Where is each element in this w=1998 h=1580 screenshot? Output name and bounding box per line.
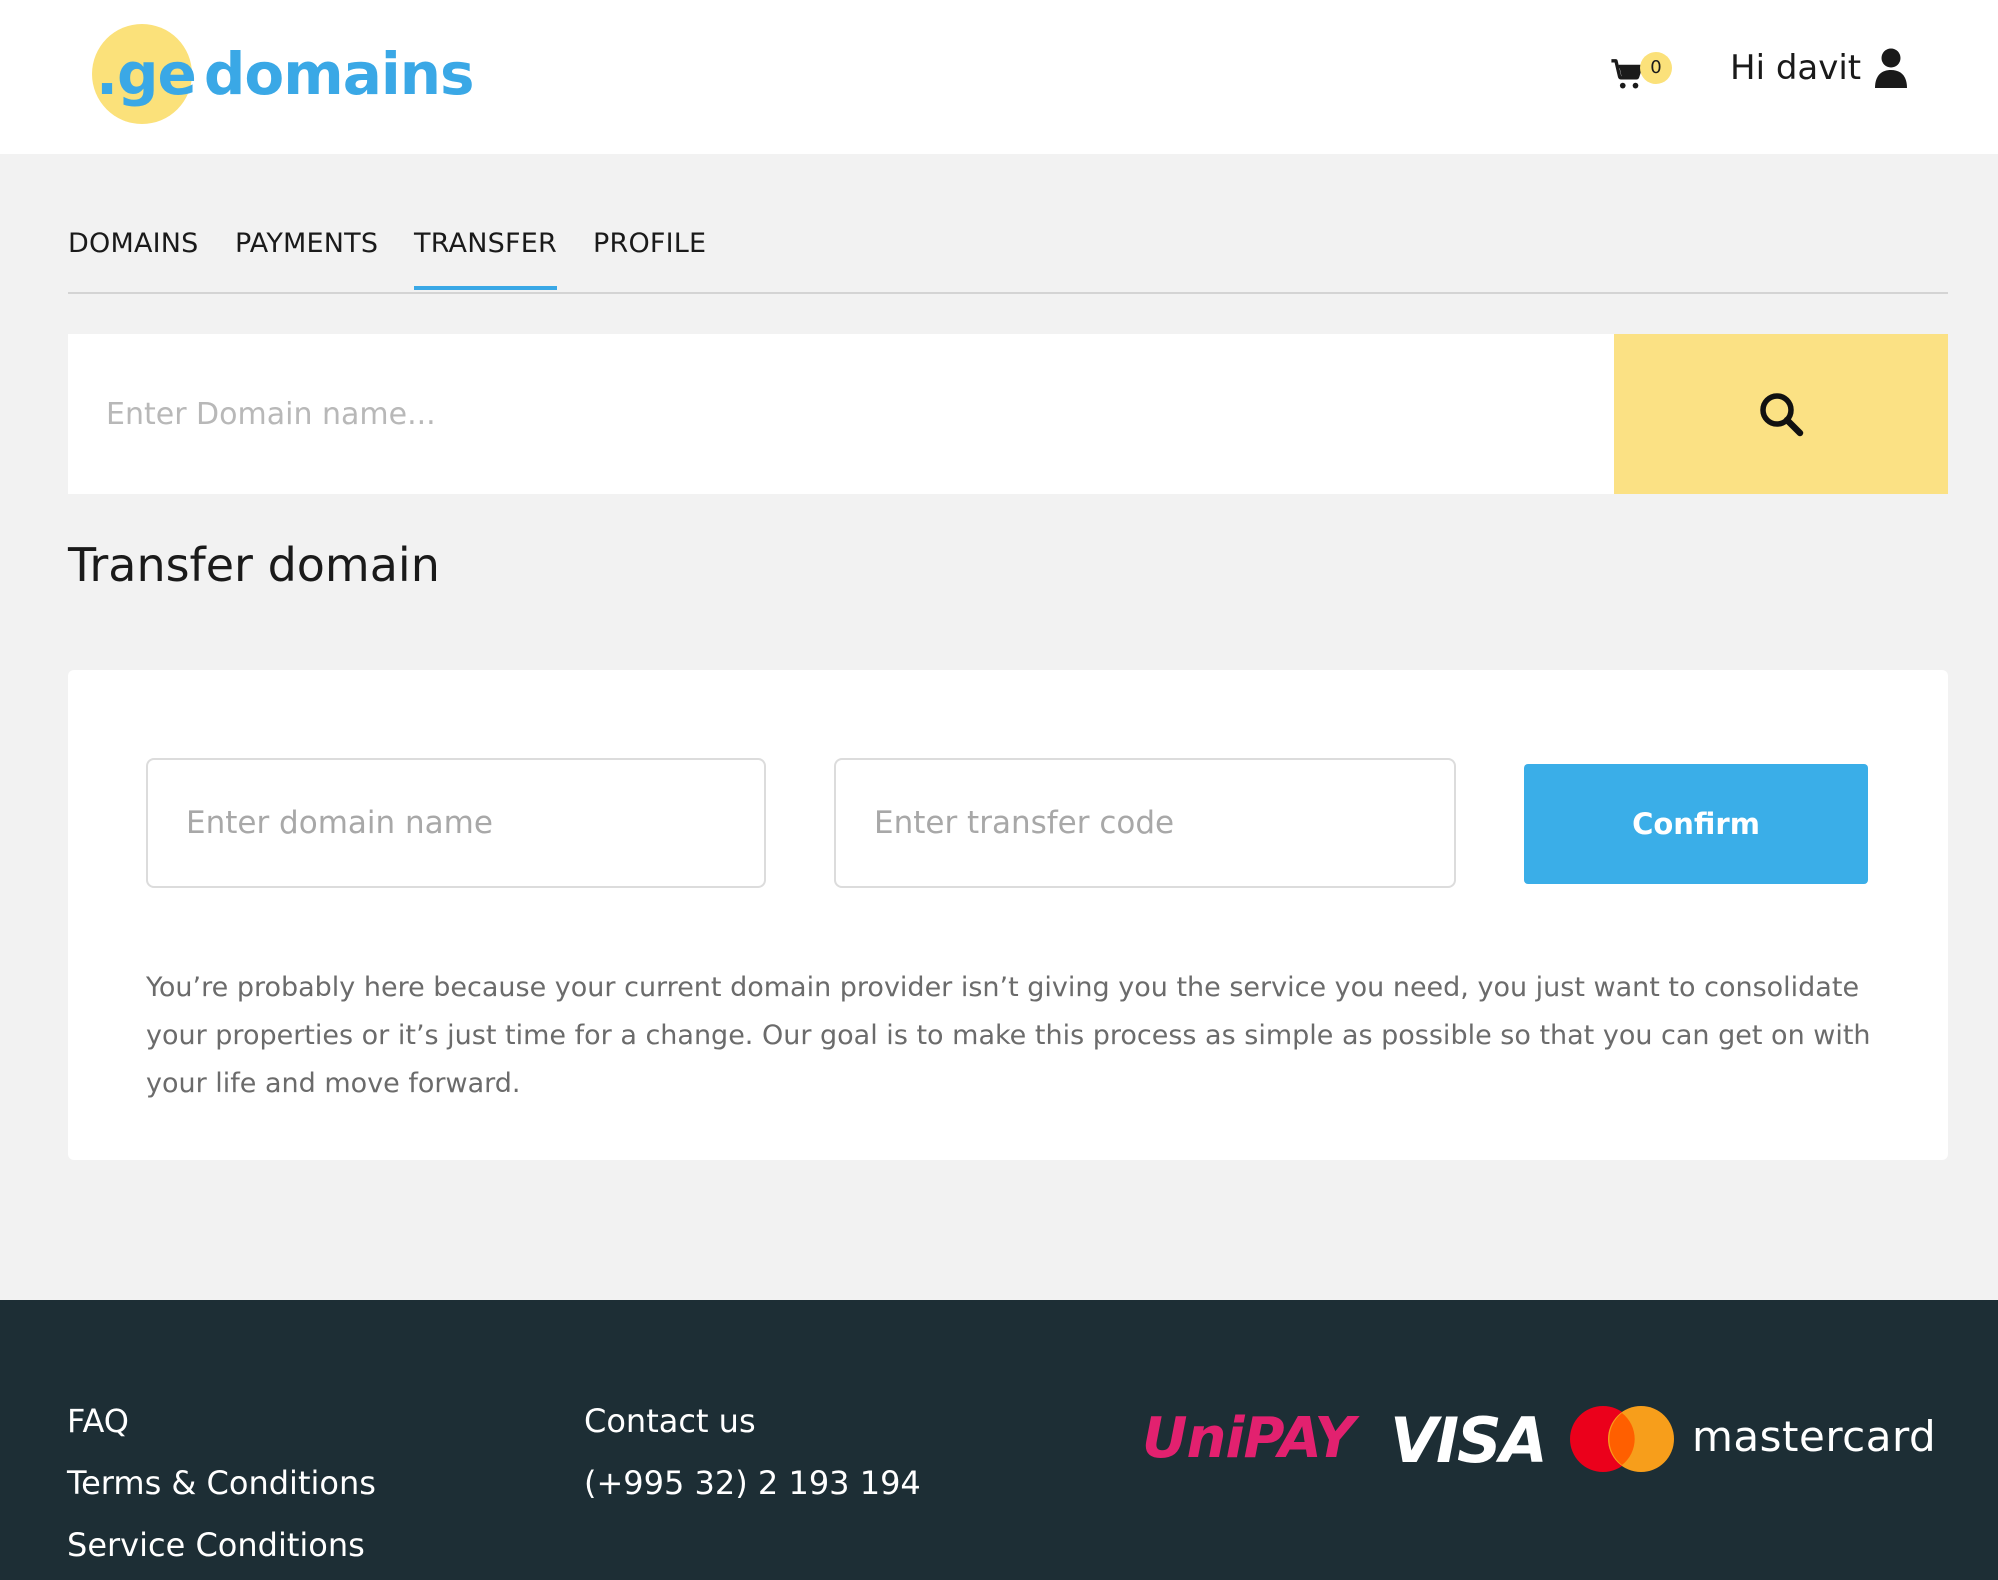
domain-name-field[interactable] bbox=[146, 758, 766, 888]
domain-search-input[interactable] bbox=[68, 334, 1614, 494]
logo-prefix: .ge bbox=[96, 40, 197, 108]
user-icon[interactable] bbox=[1874, 48, 1908, 88]
footer-link-service-conditions[interactable]: Service Conditions bbox=[67, 1526, 365, 1564]
mastercard-logo bbox=[1570, 1406, 1674, 1472]
site-header: .ge domains 0 Hi davit bbox=[0, 0, 1998, 154]
footer-link-terms[interactable]: Terms & Conditions bbox=[67, 1464, 376, 1502]
confirm-button[interactable]: Confirm bbox=[1524, 764, 1868, 884]
user-greeting[interactable]: Hi davit bbox=[1730, 48, 1861, 88]
mastercard-wordmark: mastercard bbox=[1692, 1412, 1937, 1461]
visa-logo: VISA bbox=[1390, 1404, 1548, 1477]
cart-icon bbox=[1611, 59, 1643, 89]
footer-phone: (+995 32) 2 193 194 bbox=[584, 1464, 921, 1502]
tab-profile[interactable]: PROFILE bbox=[593, 228, 706, 290]
cart-count-badge: 0 bbox=[1640, 52, 1672, 84]
page-title: Transfer domain bbox=[68, 538, 440, 592]
tab-domains[interactable]: DOMAINS bbox=[68, 228, 199, 290]
transfer-code-field[interactable] bbox=[834, 758, 1456, 888]
transfer-card: Confirm You’re probably here because you… bbox=[68, 670, 1948, 1160]
cart-button[interactable]: 0 bbox=[1610, 52, 1672, 102]
search-icon bbox=[1760, 393, 1804, 437]
footer-link-contact[interactable]: Contact us bbox=[584, 1402, 756, 1440]
account-tabs: DOMAINS PAYMENTS TRANSFER PROFILE bbox=[68, 222, 1948, 294]
search-button[interactable] bbox=[1614, 334, 1948, 494]
tab-payments[interactable]: PAYMENTS bbox=[235, 228, 378, 290]
transfer-description: You’re probably here because your curren… bbox=[146, 972, 1871, 1099]
unipay-logo: UniPAY bbox=[1142, 1406, 1355, 1471]
tab-transfer[interactable]: TRANSFER bbox=[414, 228, 557, 290]
domain-search-bar bbox=[68, 334, 1948, 494]
site-footer: FAQ Terms & Conditions Service Condition… bbox=[0, 1300, 1998, 1580]
site-logo[interactable]: .ge domains bbox=[92, 22, 475, 126]
logo-name: domains bbox=[203, 40, 475, 108]
footer-link-faq[interactable]: FAQ bbox=[67, 1402, 129, 1440]
